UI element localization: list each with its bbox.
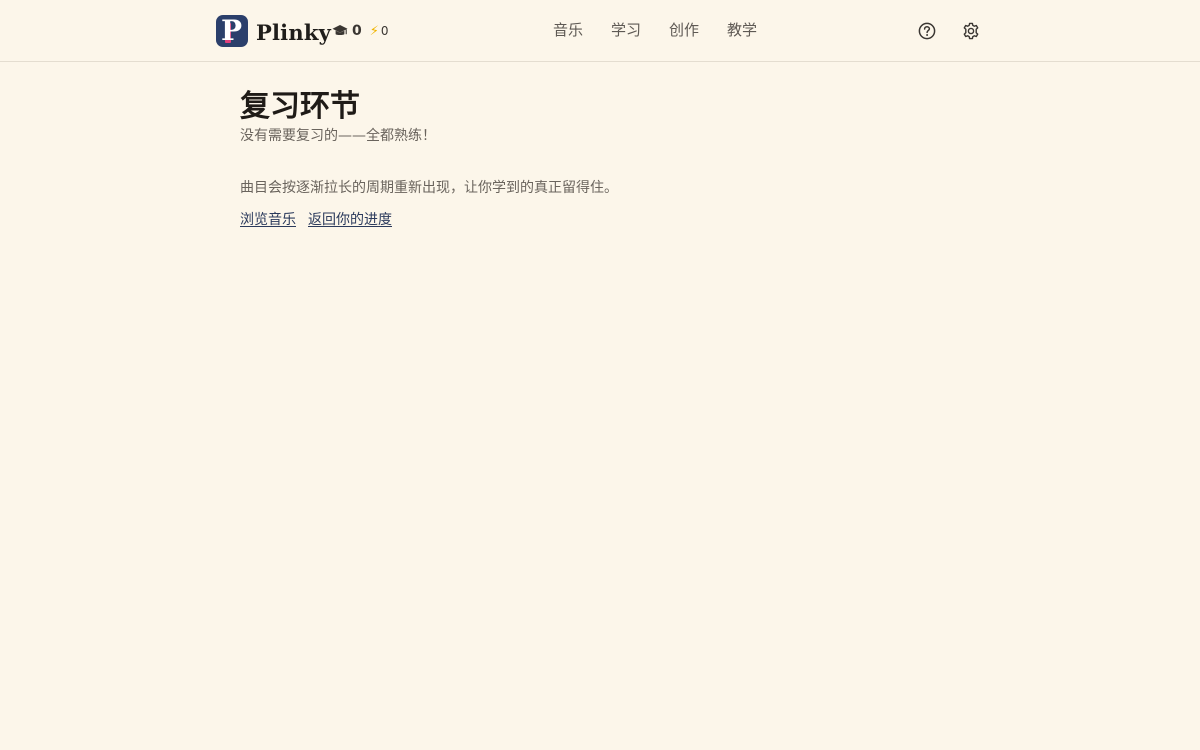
browse-music-link[interactable]: 浏览音乐 [240, 210, 296, 230]
energy-count: 0 [380, 24, 389, 38]
review-section: 复习环节 没有需要复习的——全都熟练！ 曲目会按逐渐拉长的周期重新出现，让你学到… [240, 88, 960, 230]
main-nav: 音乐 学习 创作 教学 [553, 20, 757, 40]
nav-item-create[interactable]: 创作 [669, 20, 699, 40]
back-to-progress-link[interactable]: 返回你的进度 [308, 210, 392, 230]
brand-name: Plinky [256, 19, 331, 45]
graduation-count: 0 [352, 23, 362, 39]
graduation-cap-icon [332, 24, 348, 38]
energy-stat: ⚡ 0 [370, 24, 389, 39]
gear-icon[interactable] [961, 21, 981, 41]
page-title: 复习环节 [240, 89, 360, 124]
action-links: 浏览音乐 返回你的进度 [240, 210, 960, 230]
brand[interactable]: P Plinky [216, 15, 331, 47]
nav-item-learn[interactable]: 学习 [611, 20, 641, 40]
user-stats: 0 ⚡ 0 [332, 22, 389, 40]
review-explanation: 曲目会按逐渐拉长的周期重新出现，让你学到的真正留得住。 [240, 180, 618, 196]
help-icon[interactable] [917, 21, 937, 41]
graduation-stat: 0 [332, 23, 362, 39]
lightning-icon: ⚡ [369, 23, 379, 39]
top-bar: P Plinky 0 ⚡ 0 音乐 学习 创作 教学 [0, 0, 1200, 62]
nav-item-music[interactable]: 音乐 [553, 20, 583, 40]
logo-icon: P [216, 15, 248, 47]
header-actions [917, 21, 981, 41]
page-subtitle: 没有需要复习的——全都熟练！ [240, 128, 436, 144]
logo-letter: P [221, 15, 243, 47]
nav-item-teach[interactable]: 教学 [727, 20, 757, 40]
